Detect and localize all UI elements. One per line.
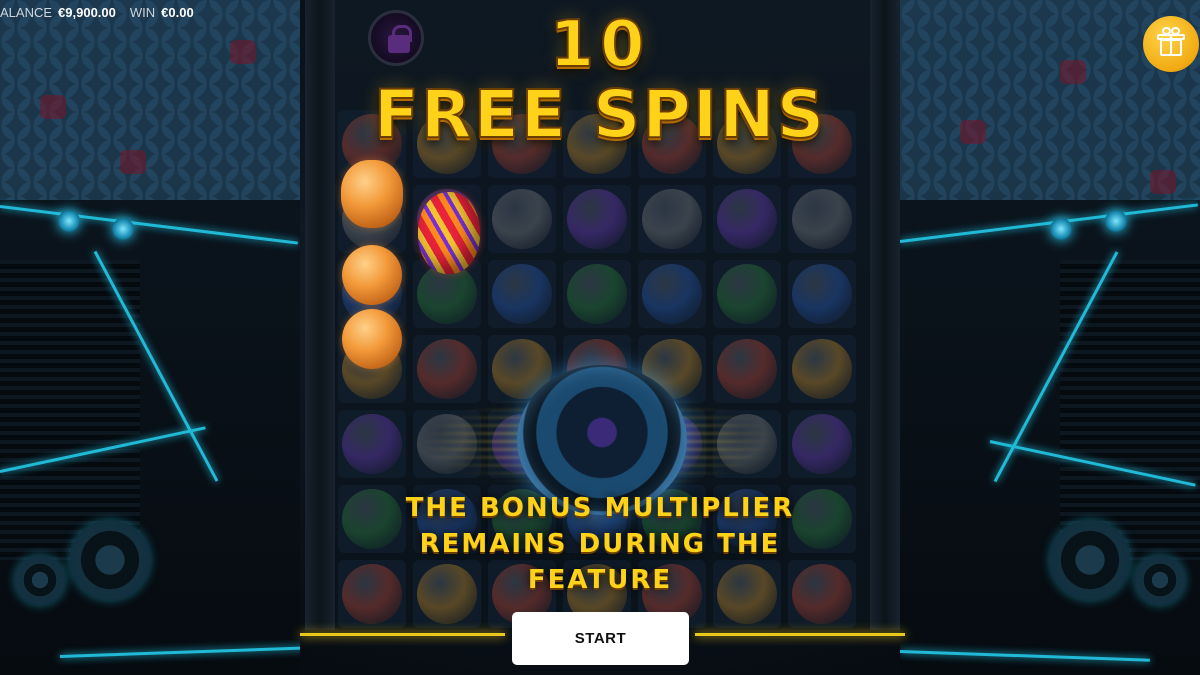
floor-light-right bbox=[695, 633, 905, 636]
speaker-left-large bbox=[70, 520, 150, 600]
dim-marble bbox=[642, 264, 702, 324]
feature-message: THE BONUS MULTIPLIER REMAINS DURING THE … bbox=[300, 490, 900, 598]
feature-message-line: FEATURE bbox=[527, 565, 673, 595]
free-spins-count: 10 bbox=[548, 7, 651, 83]
speaker-right-small bbox=[1135, 555, 1185, 605]
orange-marble bbox=[342, 309, 402, 369]
dim-marble bbox=[567, 189, 627, 249]
dim-marble bbox=[792, 339, 852, 399]
dim-marble bbox=[792, 264, 852, 324]
floor-light-left bbox=[300, 633, 505, 636]
dim-marble bbox=[717, 339, 777, 399]
game-stage: ALANCE €9,900.00 WIN €0.00 10 FREE SPINS… bbox=[0, 0, 1200, 675]
dim-marble bbox=[492, 264, 552, 324]
dim-marble bbox=[492, 189, 552, 249]
free-spins-title: FREE SPINS bbox=[373, 75, 827, 154]
feature-message-line: THE BONUS MULTIPLIER bbox=[405, 493, 795, 523]
orange-marble bbox=[341, 160, 403, 228]
feature-message-line: REMAINS DURING THE bbox=[419, 529, 781, 559]
dim-marble bbox=[717, 189, 777, 249]
dim-marble bbox=[792, 189, 852, 249]
dim-marble bbox=[717, 264, 777, 324]
dim-marble bbox=[792, 414, 852, 474]
orange-marble bbox=[342, 245, 402, 305]
speaker-left-small bbox=[15, 555, 65, 605]
dim-marble bbox=[642, 189, 702, 249]
dim-marble bbox=[567, 264, 627, 324]
start-button[interactable]: START bbox=[512, 612, 689, 665]
dim-marble bbox=[417, 339, 477, 399]
striped-marble bbox=[418, 192, 480, 274]
speaker-right-large bbox=[1050, 520, 1130, 600]
dim-marble bbox=[342, 414, 402, 474]
